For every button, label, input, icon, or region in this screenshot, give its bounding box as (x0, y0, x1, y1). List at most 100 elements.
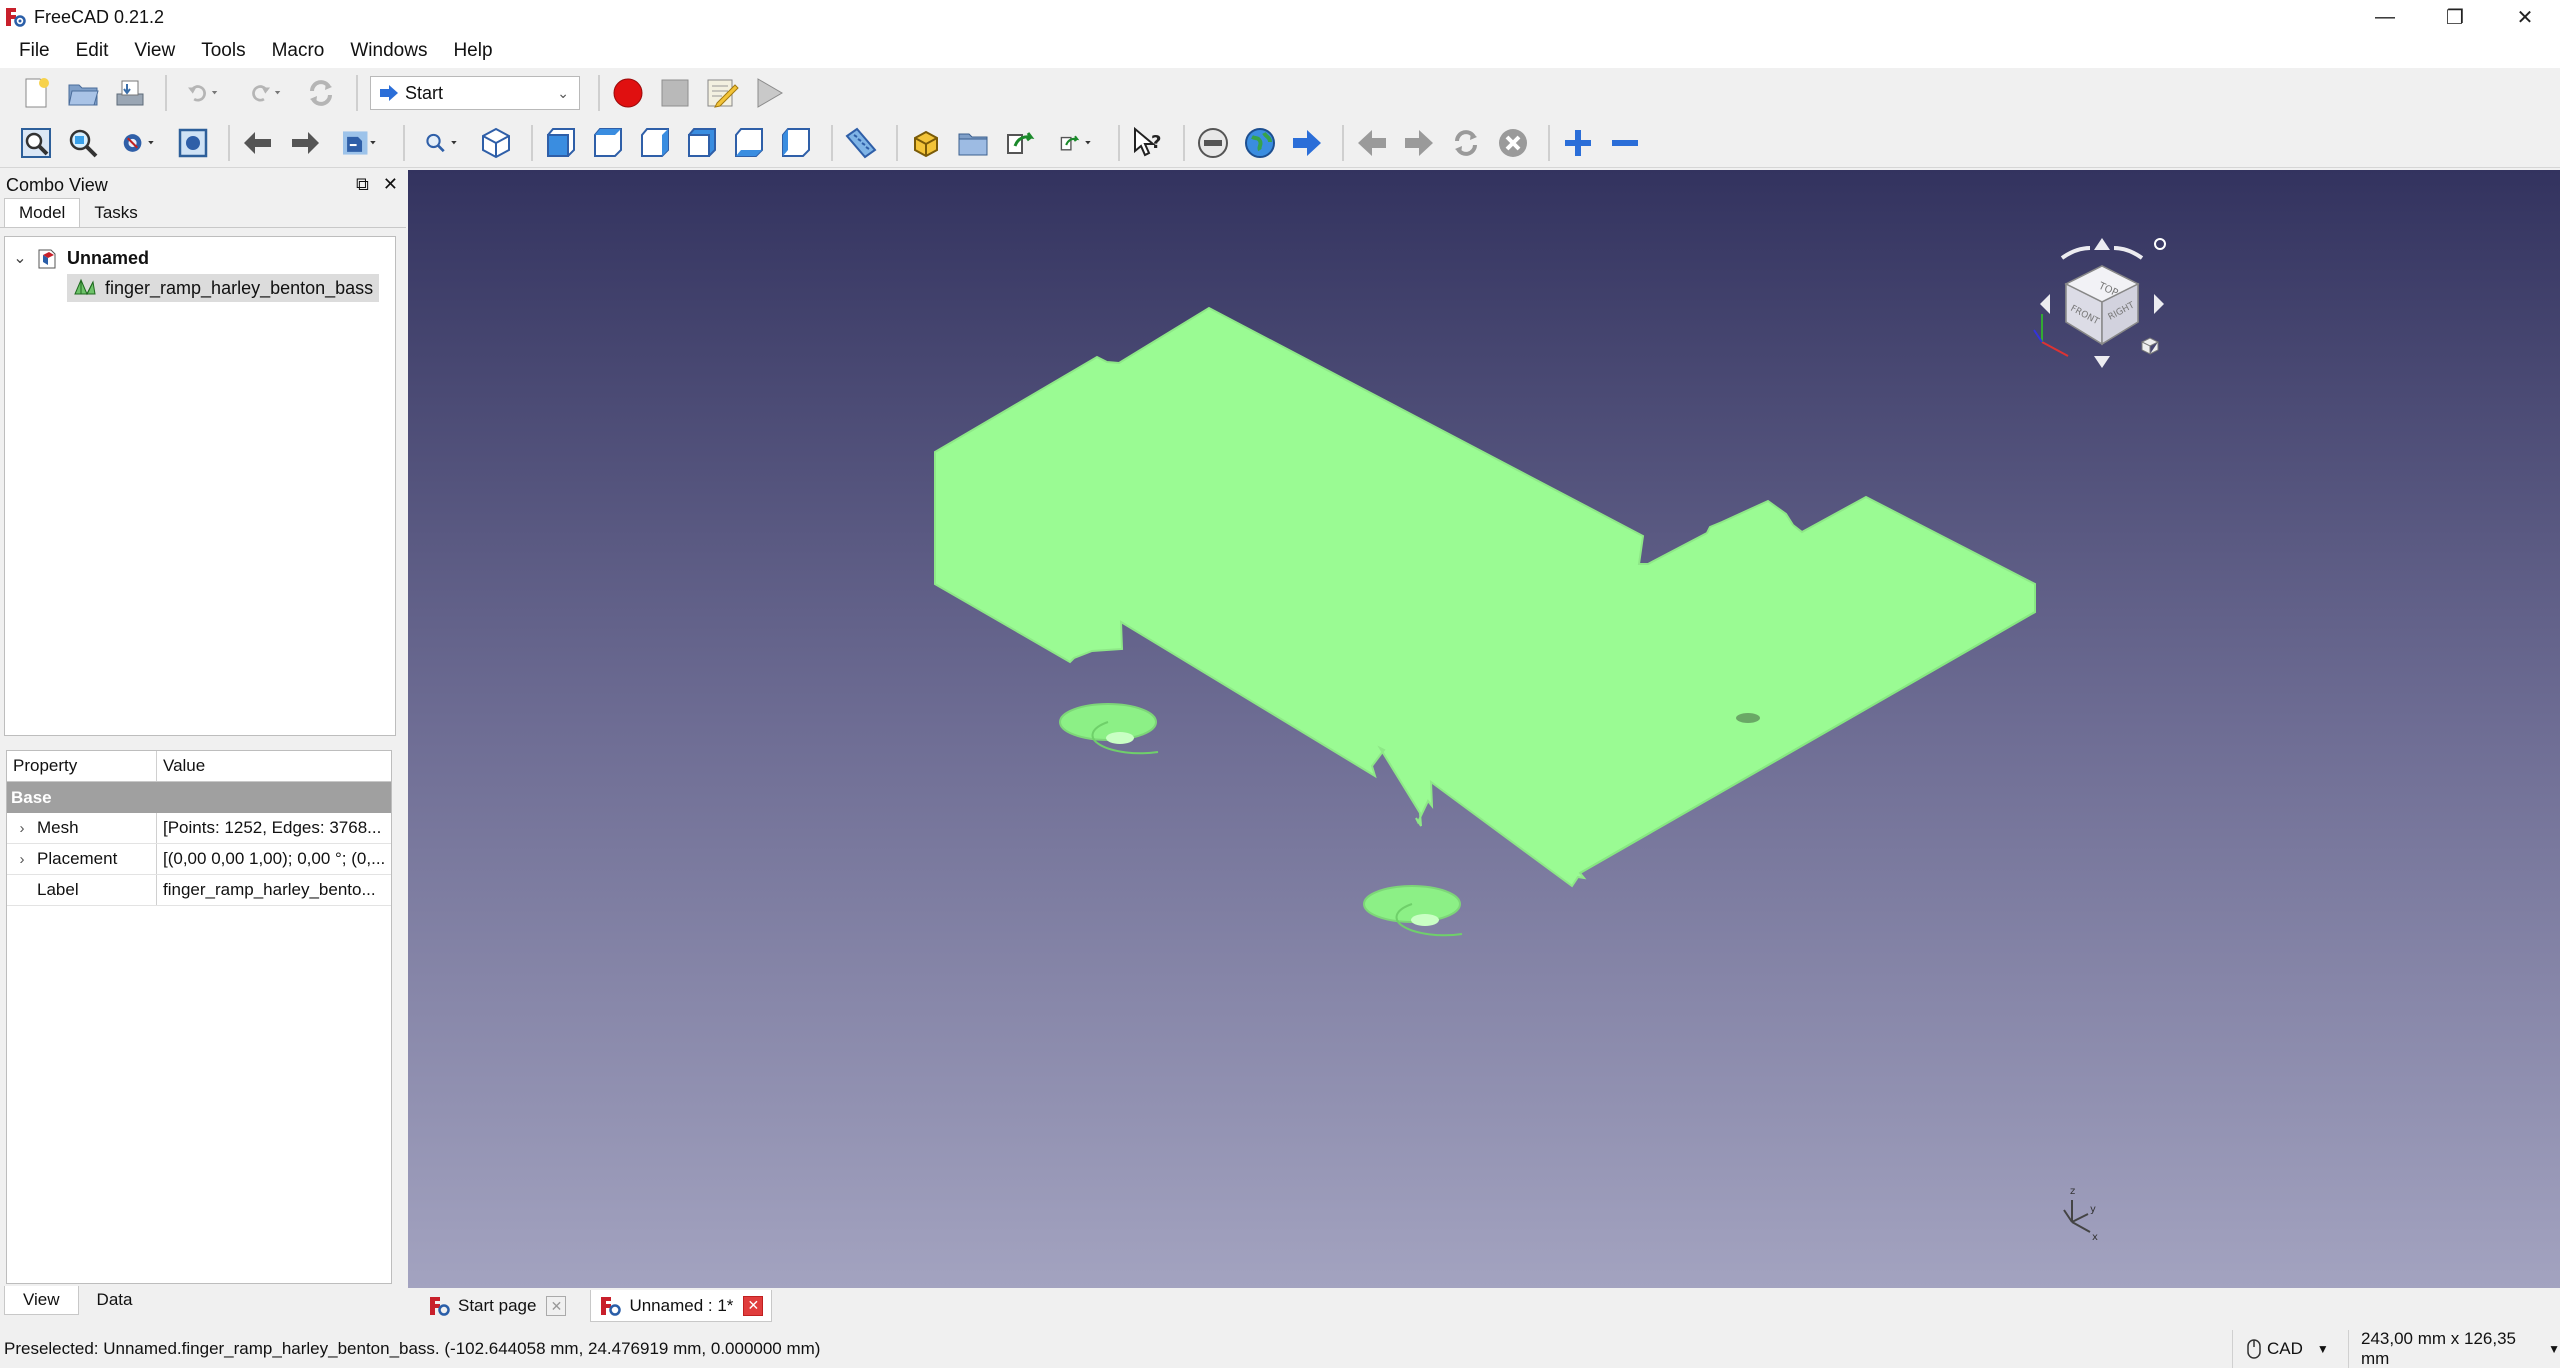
tree-item-document[interactable]: ⌄ Unnamed (5, 243, 395, 273)
zoom-in-icon (1565, 129, 1591, 156)
part-button[interactable] (906, 123, 946, 163)
macro-stop-icon (661, 79, 689, 107)
left-view-button[interactable] (776, 123, 816, 163)
link-button[interactable] (1000, 123, 1040, 163)
std-views-button[interactable] (413, 123, 469, 163)
nav-arrow-down-icon[interactable] (2094, 356, 2110, 368)
web-cancel-button[interactable] (1493, 123, 1533, 163)
rear-view-button[interactable] (682, 123, 722, 163)
back-button[interactable] (238, 123, 278, 163)
bottom-view-button[interactable] (729, 123, 769, 163)
sync-view-button[interactable] (332, 123, 388, 163)
3d-scene[interactable]: TOP FRONT RIGHT z y x (408, 170, 2560, 1288)
menu-windows[interactable]: Windows (337, 40, 440, 62)
close-tab-icon[interactable]: ✕ (743, 1295, 764, 1316)
nav-cube[interactable]: TOP FRONT RIGHT (2033, 238, 2166, 368)
web-next-button[interactable] (1399, 123, 1439, 163)
menu-macro[interactable]: Macro (259, 40, 338, 62)
property-name: Placement (37, 849, 118, 868)
navigation-style-selector[interactable]: CAD ▼ (2232, 1330, 2329, 1368)
fit-all-button[interactable] (16, 123, 56, 163)
chevron-right-icon[interactable]: › (7, 820, 37, 837)
right-view-button[interactable] (635, 123, 675, 163)
menu-bar: File Edit View Tools Macro Windows Help (0, 34, 2560, 68)
isometric-button[interactable] (476, 123, 516, 163)
nav-arrow-up-icon[interactable] (2094, 238, 2110, 250)
front-view-icon (547, 127, 575, 157)
undo-icon (188, 85, 218, 102)
tab-tasks[interactable]: Tasks (80, 199, 151, 227)
group-button[interactable] (953, 123, 993, 163)
fit-selection-button[interactable] (63, 123, 103, 163)
whats-this-button[interactable]: ? (1128, 123, 1168, 163)
zoom-out-button[interactable] (1605, 123, 1645, 163)
tree-item-mesh[interactable]: finger_ramp_harley_benton_bass (5, 273, 395, 303)
close-panel-icon[interactable]: ✕ (383, 174, 398, 195)
doc-tab-unnamed[interactable]: Unnamed : 1* ✕ (590, 1290, 773, 1322)
mesh-body[interactable] (934, 306, 2036, 888)
property-row-label[interactable]: Label finger_ramp_harley_bento... (7, 875, 391, 906)
top-view-button[interactable] (588, 123, 628, 163)
nav-arrow-right-icon[interactable] (2154, 294, 2164, 314)
close-tab-icon[interactable]: ✕ (546, 1296, 567, 1316)
save-button[interactable] (110, 73, 150, 113)
macro-record-icon (613, 78, 643, 108)
tab-model[interactable]: Model (4, 198, 81, 227)
macro-stop-button[interactable] (655, 73, 695, 113)
draw-style-button[interactable] (110, 123, 166, 163)
property-group-base[interactable]: Base (7, 782, 391, 813)
menu-view[interactable]: View (121, 40, 188, 62)
property-row-mesh[interactable]: › Mesh [Points: 1252, Edges: 3768... (7, 813, 391, 844)
measure-button[interactable] (841, 123, 881, 163)
dimension-display[interactable]: 243,00 mm x 126,35 mm ▼ (2348, 1329, 2560, 1368)
macro-run-button[interactable] (749, 73, 789, 113)
zoom-in-button[interactable] (1558, 123, 1598, 163)
close-window-button[interactable]: ✕ (2490, 0, 2560, 34)
redo-button[interactable] (238, 73, 294, 113)
doc-tab-start[interactable]: Start page ✕ (420, 1290, 574, 1322)
nav-arrow-left-icon[interactable] (2040, 294, 2050, 314)
tab-data[interactable]: Data (79, 1286, 151, 1315)
tab-view[interactable]: View (4, 1286, 79, 1315)
3d-viewport[interactable]: TOP FRONT RIGHT z y x (408, 170, 2560, 1288)
web-go-button[interactable] (1287, 123, 1327, 163)
undo-button[interactable] (175, 73, 231, 113)
restore-button[interactable]: ❐ (2420, 0, 2490, 34)
document-tabs: Start page ✕ Unnamed : 1* ✕ (408, 1288, 2560, 1324)
menu-file[interactable]: File (6, 40, 63, 62)
zoom-out-icon (1612, 139, 1638, 146)
property-value[interactable]: finger_ramp_harley_bento... (157, 880, 391, 900)
web-home-button[interactable] (1240, 123, 1280, 163)
mesh-model[interactable] (934, 306, 2036, 937)
web-back-button[interactable] (1352, 123, 1392, 163)
small-cube-icon[interactable] (2140, 337, 2160, 355)
macro-record-button[interactable] (608, 73, 648, 113)
refresh-button[interactable] (301, 73, 341, 113)
toolbar-separator (896, 124, 898, 161)
forward-button[interactable] (285, 123, 325, 163)
rotate-right-icon[interactable] (2113, 246, 2144, 260)
fit-all-icon (21, 127, 51, 158)
new-button[interactable] (16, 73, 56, 113)
float-panel-icon[interactable]: ⧉ (356, 174, 369, 195)
front-view-button[interactable] (541, 123, 581, 163)
nav-menu-icon[interactable] (2154, 238, 2166, 250)
open-button[interactable] (63, 73, 103, 113)
minimize-button[interactable]: — (2350, 0, 2420, 34)
property-row-placement[interactable]: › Placement [(0,00 0,00 1,00); 0,00 °; (0… (7, 844, 391, 875)
property-value[interactable]: [Points: 1252, Edges: 3768... (157, 818, 391, 838)
chevron-down-icon[interactable]: ⌄ (5, 248, 35, 268)
menu-help[interactable]: Help (440, 40, 505, 62)
menu-tools[interactable]: Tools (188, 40, 258, 62)
web-stop-button[interactable] (1193, 123, 1233, 163)
dimension-label: 243,00 mm x 126,35 mm (2361, 1329, 2516, 1368)
chevron-right-icon[interactable]: › (7, 851, 37, 868)
bounding-box-button[interactable] (173, 123, 213, 163)
property-value[interactable]: [(0,00 0,00 1,00); 0,00 °; (0,... (157, 849, 391, 869)
link-actions-button[interactable] (1047, 123, 1103, 163)
menu-edit[interactable]: Edit (63, 40, 122, 62)
rotate-left-icon[interactable] (2060, 246, 2091, 260)
macro-edit-button[interactable] (702, 73, 742, 113)
web-refresh-button[interactable] (1446, 123, 1486, 163)
workbench-selector[interactable]: Start ⌄ (370, 76, 580, 110)
